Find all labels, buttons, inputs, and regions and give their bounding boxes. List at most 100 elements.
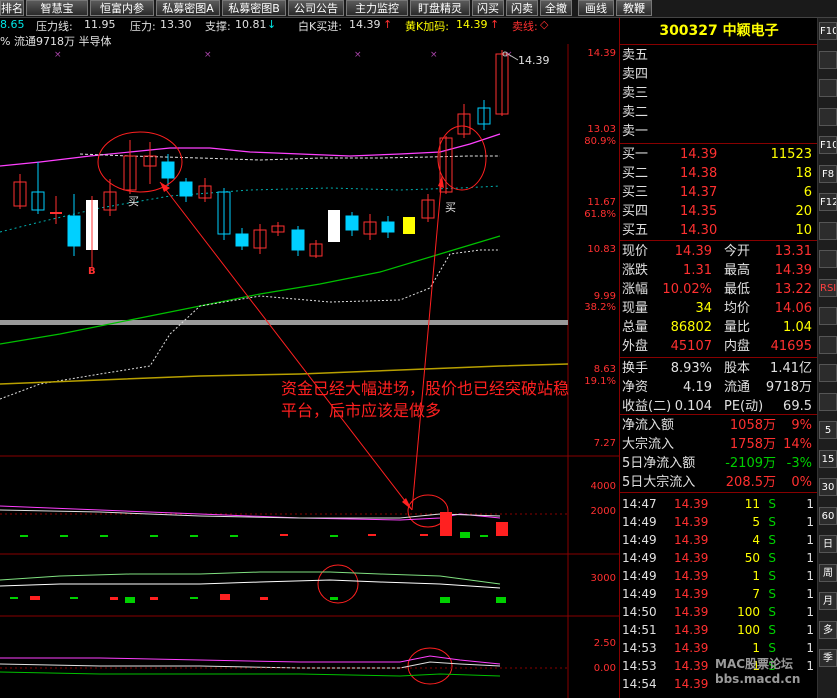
up-arrow-icon: ↑ (490, 18, 500, 31)
order-price: 14.37 (680, 185, 718, 200)
toolbar-button[interactable]: 盯盘精灵 (410, 0, 470, 16)
order-book-sell-row: 卖一 (622, 123, 816, 141)
sidebar-tool-button[interactable]: 5 (819, 421, 837, 439)
sidebar-tool-button[interactable]: 多 (819, 620, 837, 639)
sidebar-tool-button[interactable]: F12 (819, 193, 837, 211)
stock-title: 300327 中颖电子 (620, 18, 818, 44)
tick-volume: 1 (752, 569, 760, 583)
fund-flow-row: 大宗流入 1758万 14% (622, 436, 816, 454)
toolbar-button[interactable]: 全撤 (540, 0, 572, 16)
price-axis-label: 14.39 (587, 48, 616, 59)
tick-count: 1 (806, 515, 814, 529)
tick-row: 14:49 14.39 5 S 1 (622, 513, 816, 531)
first-value: 8.65 (0, 18, 25, 31)
order-volume: 6 (803, 185, 812, 200)
quote-stat-row: 现价 14.39 今开 13.31 (622, 243, 816, 261)
sidebar-tool-button[interactable]: F8 (819, 164, 837, 183)
divider (619, 357, 817, 358)
stat-label: 外盘 (622, 339, 649, 354)
tick-count: 1 (806, 569, 814, 583)
sidebar-tool-button[interactable] (819, 335, 837, 354)
toolbar-button[interactable]: 闪卖 (506, 0, 538, 16)
toolbar-button[interactable]: 排名 (0, 0, 24, 16)
toolbar-button[interactable]: 主力监控 (346, 0, 408, 16)
stat-value: 45107 (670, 339, 712, 354)
stat-label: 股本 (724, 361, 751, 376)
tick-volume: 11 (744, 497, 760, 511)
quote-stat-row: 涨跌 1.31 最高 14.39 (622, 262, 816, 280)
toolbar-button[interactable]: 闪买 (472, 0, 504, 16)
sidebar-tool-button[interactable] (819, 221, 837, 240)
order-label: 买三 (622, 185, 649, 200)
sidebar-tool-button[interactable] (819, 364, 837, 382)
stat-value: 1.41亿 (770, 361, 812, 376)
tick-direction: S (768, 551, 776, 565)
fund-flow-row: 5日大宗流入 208.5万 0% (622, 474, 816, 492)
toolbar-button[interactable]: 公司公告 (288, 0, 344, 16)
order-volume: 10 (795, 223, 812, 238)
sidebar-tool-button[interactable] (819, 107, 837, 126)
toolbar-button[interactable]: 私募密图B (222, 0, 286, 16)
sidebar-tool-button[interactable]: 周 (819, 563, 837, 582)
stat-label: 最高 (724, 263, 751, 278)
b-marker: B (88, 266, 96, 277)
tick-count: 1 (806, 497, 814, 511)
sidebar-tool-button[interactable]: 日 (819, 535, 837, 553)
tick-time: 14:49 (622, 569, 657, 583)
sidebar-tool-button[interactable] (819, 392, 837, 411)
kline-chart[interactable]: ××× ×× (0, 44, 619, 698)
stat-label: 今开 (724, 244, 751, 259)
tick-row: 14:49 14.39 1 S 1 (622, 567, 816, 585)
order-label: 买一 (622, 147, 649, 162)
stat-value: 0.104 (674, 399, 712, 414)
yellow-k-value: 14.39 (456, 18, 488, 31)
right-icon-bar: F10 F10 F8 F12 RSI 5 15 30 60 日周月多季 (817, 18, 837, 698)
sub-axis-label: 2.50 (593, 638, 616, 649)
stat-label: 收益(二) (622, 399, 672, 414)
toolbar-button[interactable]: 私募密图A (156, 0, 220, 16)
sidebar-tool-button[interactable] (819, 250, 837, 268)
sidebar-tool-button[interactable]: RSI (819, 278, 837, 297)
svg-text:×: × (430, 50, 438, 60)
quote-stat-row: 外盘 45107 内盘 41695 (622, 338, 816, 356)
svg-text:×: × (204, 50, 212, 60)
stat-value: 1.04 (783, 320, 812, 335)
price-axis-label: 8.63 (593, 364, 616, 375)
toolbar-button[interactable]: 画线 (578, 0, 614, 16)
sidebar-tool-button[interactable]: 15 (819, 449, 837, 468)
order-price: 14.30 (680, 223, 718, 238)
sidebar-tool-button[interactable]: F10 (819, 136, 837, 154)
flow-value: 208.5万 (725, 475, 776, 490)
tick-row: 14:51 14.39 100 S 1 (622, 621, 816, 639)
toolbar-button[interactable]: 教鞭 (616, 0, 652, 16)
order-book-buy-row: 买五 14.30 10 (622, 222, 816, 240)
tick-time: 14:49 (622, 551, 657, 565)
support-value: 10.81 (235, 18, 267, 31)
tick-volume: 100 (737, 605, 760, 619)
sidebar-tool-button[interactable]: 60 (819, 506, 837, 525)
sidebar-tool-button[interactable] (819, 50, 837, 69)
tick-price: 14.39 (674, 587, 709, 601)
stat-label: 涨跌 (622, 263, 649, 278)
sub-axis-label: 3000 (590, 573, 616, 584)
sidebar-tool-button[interactable] (819, 307, 837, 325)
sidebar-tool-button[interactable]: 月 (819, 592, 837, 610)
sell-line-label: 卖线: (512, 20, 538, 33)
tick-count: 1 (806, 551, 814, 565)
tick-direction: S (768, 605, 776, 619)
toolbar-button[interactable]: 恒富内参 (90, 0, 154, 16)
divider (619, 240, 817, 241)
tick-time: 14:50 (622, 605, 657, 619)
flow-value: 1758万 (729, 437, 776, 452)
sidebar-tool-button[interactable]: F10 (819, 22, 837, 40)
support-label: 支撑: (205, 20, 231, 33)
flow-pct: 14% (783, 437, 812, 452)
sidebar-tool-button[interactable] (819, 79, 837, 97)
order-book-buy-row: 买二 14.38 18 (622, 165, 816, 183)
white-k-label: 白K买进: (298, 20, 342, 33)
tick-row: 14:49 14.39 7 S 1 (622, 585, 816, 603)
toolbar-button[interactable]: 智慧宝 (26, 0, 88, 16)
stat-value: 8.93% (670, 361, 712, 376)
sidebar-tool-button[interactable]: 30 (819, 478, 837, 496)
sell-line-flag-icon: ◇ (540, 18, 549, 31)
